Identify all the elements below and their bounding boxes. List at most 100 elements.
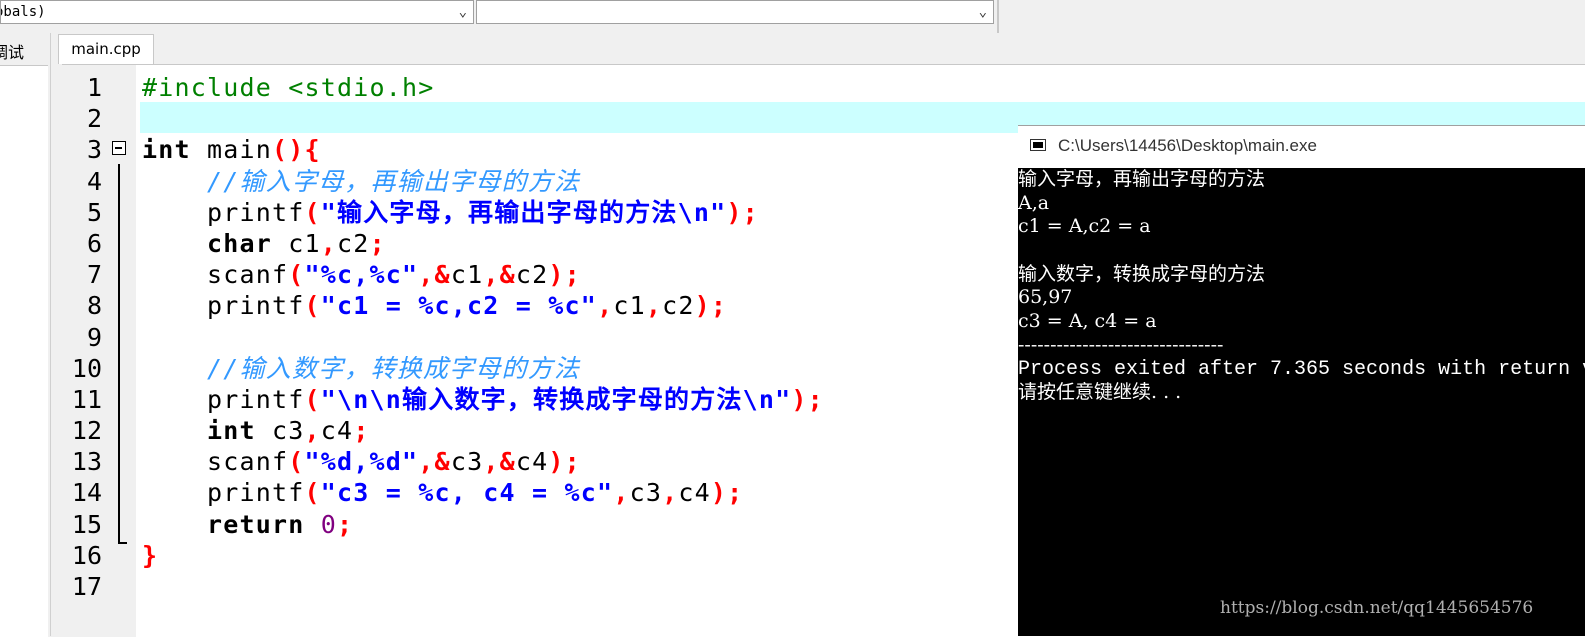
console-line: 输入字母，再输出字母的方法 <box>1018 168 1266 190</box>
console-app-icon <box>1030 139 1046 151</box>
console-line: 65,97 <box>1018 286 1073 309</box>
debug-tab[interactable]: 调试 <box>0 39 24 63</box>
keyword: char <box>142 228 273 258</box>
identifier: c4 <box>515 447 549 477</box>
comment: //输入数字，转换成字母的方法 <box>142 353 581 383</box>
punct: , <box>320 228 338 258</box>
identifier: printf <box>142 197 305 227</box>
line-number: 10 <box>71 353 102 383</box>
punct: , <box>645 291 663 321</box>
keyword: int <box>142 135 191 165</box>
identifier: scanf <box>142 260 289 290</box>
console-line: Process exited after 7.365 seconds with … <box>1018 357 1585 381</box>
line-number: 15 <box>71 509 102 539</box>
left-panel: 调试 <box>0 33 51 637</box>
punct: ); <box>726 197 759 227</box>
punct: , <box>613 478 630 508</box>
keyword: int <box>142 416 256 446</box>
symbol-combo[interactable]: ⌄ <box>476 0 994 24</box>
toolbar: obals) ⌄ ⌄ <box>0 0 1585 33</box>
punct: ; <box>353 416 370 446</box>
keyword: return <box>142 509 305 539</box>
identifier: main <box>190 135 273 165</box>
identifier: c1 <box>450 260 484 290</box>
punct: ); <box>791 384 824 414</box>
scope-combo[interactable]: obals) ⌄ <box>0 0 474 24</box>
line-number: 14 <box>71 478 102 508</box>
line-number: 8 <box>86 291 102 321</box>
punct: ,& <box>483 447 516 477</box>
identifier: printf <box>142 291 305 321</box>
tab-main-cpp[interactable]: main.cpp <box>58 34 154 64</box>
preprocessor: #include <stdio.h> <box>142 73 435 102</box>
console-window[interactable]: C:\Users\14456\Desktop\main.exe 输入字母，再输出… <box>1018 125 1585 636</box>
console-titlebar[interactable]: C:\Users\14456\Desktop\main.exe <box>1018 125 1585 168</box>
identifier: c2 <box>515 260 549 290</box>
line-number: 5 <box>86 197 102 227</box>
identifier: printf <box>142 384 305 414</box>
string: "c3 = %c, c4 = %c" <box>320 478 614 508</box>
line-number: 6 <box>86 228 102 258</box>
punct: ( <box>304 291 321 321</box>
toolbar-divider <box>997 0 999 33</box>
identifier: c4 <box>678 478 711 508</box>
line-number: 13 <box>71 447 102 477</box>
console-output: 输入字母，再输出字母的方法 A,a c1 = A,c2 = a 输入数字，转换成… <box>1018 168 1585 405</box>
line-number: 7 <box>86 260 102 290</box>
punct: (){ <box>272 135 321 165</box>
identifier: c4 <box>320 416 354 446</box>
line-number: 4 <box>86 166 102 196</box>
console-line: c1 = A,c2 = a <box>1018 215 1151 238</box>
number: 0 <box>304 509 338 539</box>
line-number: 9 <box>86 322 102 352</box>
string: "\n\n输入数字，转换成字母的方法\n" <box>320 384 792 414</box>
console-line: A,a <box>1018 191 1050 214</box>
punct: } <box>142 540 159 570</box>
string: "c1 = %c,c2 = %c" <box>320 291 598 321</box>
punct: ); <box>710 478 744 508</box>
code-line: 1 #include <stdio.h> <box>62 72 1585 103</box>
punct: ( <box>288 260 305 290</box>
string: "%d,%d" <box>304 447 419 477</box>
line-number: 11 <box>71 384 102 414</box>
line-number: 2 <box>86 104 102 134</box>
console-line: 请按任意键继续. . . <box>1018 381 1182 404</box>
identifier: c1 <box>613 291 646 321</box>
punct: ); <box>548 260 581 290</box>
punct: ( <box>288 447 305 477</box>
line-number: 3 <box>86 135 102 165</box>
line-number: 17 <box>71 572 102 601</box>
punct: , <box>304 416 321 446</box>
identifier: scanf <box>142 447 289 477</box>
console-line: c3 = A, c4 = a <box>1018 310 1157 333</box>
left-panel-pane <box>0 65 48 637</box>
punct: ( <box>304 478 321 508</box>
identifier: c2 <box>337 228 370 258</box>
chevron-down-icon[interactable]: ⌄ <box>979 1 987 23</box>
punct: ,& <box>483 260 516 290</box>
punct: ( <box>304 197 321 227</box>
punct: ,& <box>418 447 451 477</box>
line-number: 1 <box>86 73 102 102</box>
scope-combo-value: obals) <box>0 4 46 20</box>
string: "%c,%c" <box>304 260 419 290</box>
punct: , <box>597 291 614 321</box>
punct: ); <box>694 291 728 321</box>
punct: ; <box>337 509 354 539</box>
identifier: c3 <box>629 478 663 508</box>
identifier: c2 <box>662 291 695 321</box>
identifier: c3 <box>255 416 305 446</box>
chevron-down-icon[interactable]: ⌄ <box>459 1 467 23</box>
console-title: C:\Users\14456\Desktop\main.exe <box>1058 136 1317 155</box>
console-line: 输入数字，转换成字母的方法 <box>1018 262 1266 285</box>
console-separator: -------------------------------- <box>1018 333 1224 356</box>
identifier: printf <box>142 478 305 508</box>
line-number: 16 <box>71 540 102 570</box>
punct: ,& <box>418 260 451 290</box>
identifier: c1 <box>272 228 321 258</box>
watermark: https://blog.csdn.net/qq1445654576 <box>1220 598 1534 618</box>
punct: ); <box>548 447 581 477</box>
punct: ; <box>369 228 386 258</box>
punct: , <box>662 478 679 508</box>
